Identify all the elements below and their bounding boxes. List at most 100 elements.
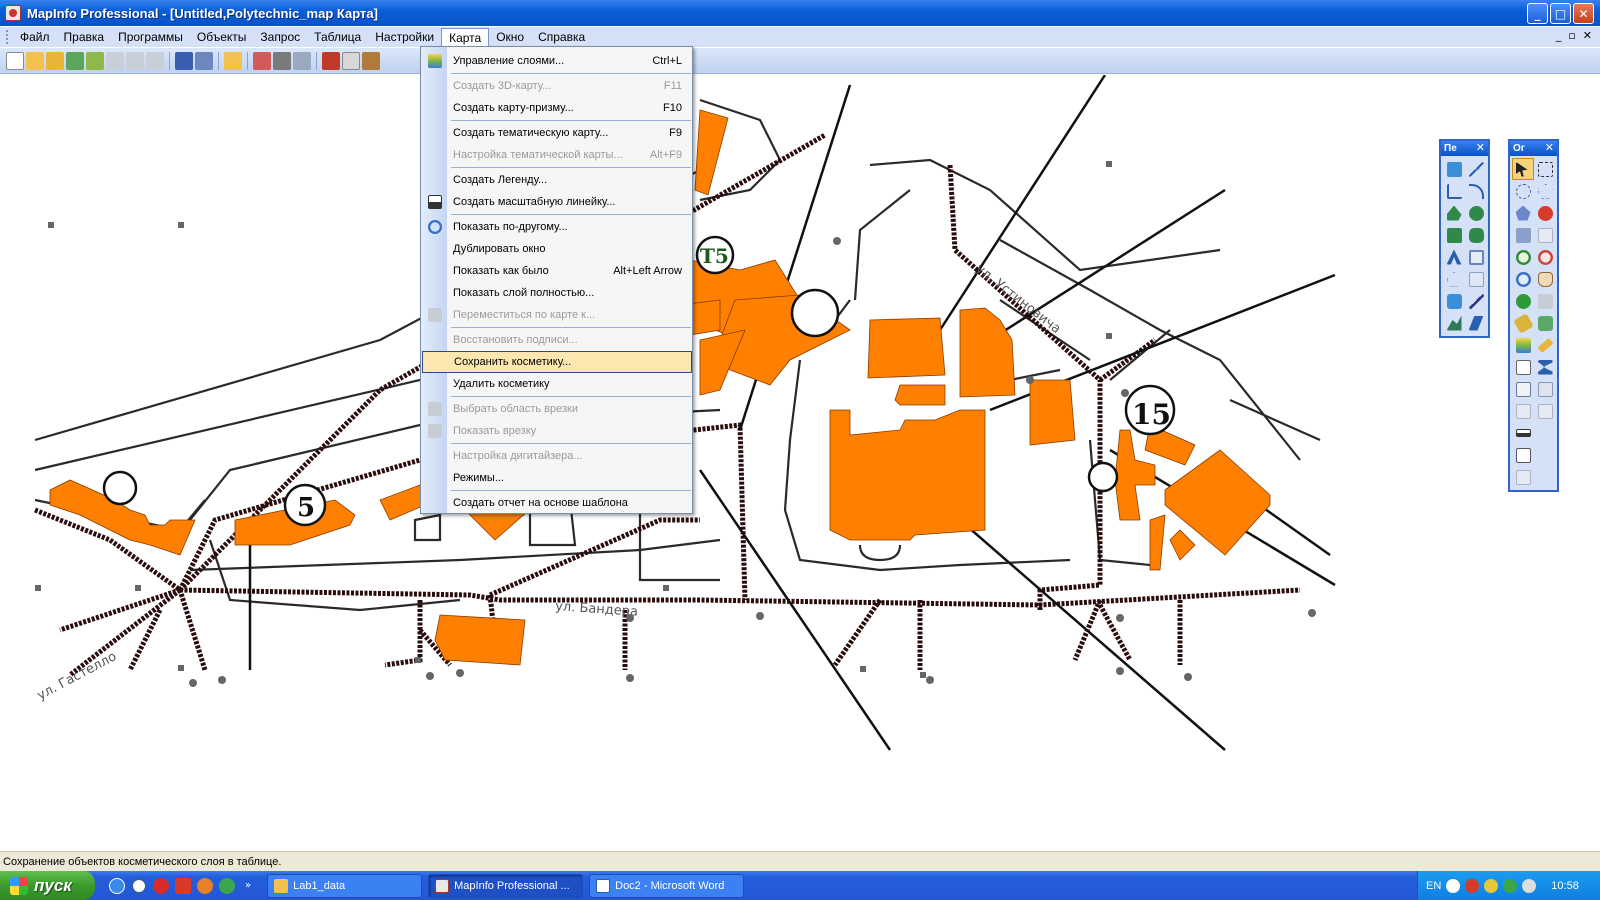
opera-icon[interactable] — [153, 877, 169, 894]
graph-select-icon[interactable] — [1534, 224, 1556, 246]
boundary-select-icon[interactable] — [1512, 202, 1534, 224]
menu-map[interactable]: Карта — [441, 27, 490, 47]
polyline-tool-icon[interactable] — [1443, 180, 1465, 202]
task-lab1-data[interactable]: Lab1_data — [267, 873, 423, 898]
statistics-icon[interactable] — [1534, 356, 1556, 378]
title-bar[interactable]: MapInfo Professional - [Untitled,Polytec… — [0, 0, 1600, 26]
symbol-style-icon[interactable] — [1443, 290, 1465, 312]
menu-item-modify-thematic[interactable]: Настройка тематической карты... Alt+F9 — [422, 144, 692, 166]
menu-item-set-clip-region[interactable]: Выбрать область врезки — [422, 398, 692, 420]
open-wfs-icon[interactable] — [106, 51, 124, 70]
menu-item-digitizer-setup[interactable]: Настройка дигитайзера... — [422, 445, 692, 467]
map-canvas[interactable]: 5 15 Т5 ул. Гастелло ул. Бандера ул. Уст… — [0, 75, 1600, 850]
menu-item-restore-labels[interactable]: Восстановить подписи... — [422, 329, 692, 351]
app-quicklaunch-icon[interactable] — [175, 877, 191, 894]
menu-item-layer-control[interactable]: Управление слоями... Ctrl+L — [422, 50, 692, 72]
unselect-all-icon[interactable] — [1534, 202, 1556, 224]
open-folder-icon[interactable] — [224, 51, 242, 70]
zoom-in-icon[interactable] — [1512, 246, 1534, 268]
firefox-icon[interactable] — [197, 877, 213, 894]
frame-tool-icon[interactable] — [1465, 246, 1487, 268]
task-word-doc2[interactable]: Doc2 - Microsoft Word — [589, 873, 745, 898]
menu-item-create-legend[interactable]: Создать Легенду... — [422, 169, 692, 191]
set-target-icon[interactable] — [1534, 378, 1556, 400]
tray-utorrent-icon[interactable] — [1503, 878, 1518, 893]
save-workspace-icon[interactable] — [195, 51, 213, 70]
open-workspace-icon[interactable] — [46, 51, 64, 70]
drag-window-icon[interactable] — [1512, 400, 1534, 422]
print-preview-icon[interactable] — [253, 51, 271, 70]
menu-item-move-map-to[interactable]: Переместиться по карте к... — [422, 304, 692, 326]
invert-selection-icon[interactable] — [1512, 224, 1534, 246]
line-style-icon[interactable] — [1465, 290, 1487, 312]
language-indicator[interactable]: EN — [1426, 880, 1441, 892]
drawing-palette-close-button[interactable]: ✕ — [1476, 141, 1485, 154]
menu-item-save-cosmetic[interactable]: Сохранить косметику... — [422, 351, 692, 373]
change-view-icon[interactable] — [1512, 268, 1534, 290]
menu-item-prism-map[interactable]: Создать карту-призму... F10 — [422, 97, 692, 119]
polygon-tool-icon[interactable] — [1443, 202, 1465, 224]
open-wms-icon[interactable] — [86, 51, 104, 70]
new-table-icon[interactable] — [6, 51, 24, 70]
region-style-icon[interactable] — [1443, 312, 1465, 334]
universal-translator-icon[interactable] — [146, 51, 164, 70]
mapinfo-app-icon[interactable] — [5, 5, 21, 21]
main-palette-close-button[interactable]: ✕ — [1545, 141, 1554, 154]
main-palette-header[interactable]: Ог ✕ — [1510, 141, 1557, 156]
task-mapinfo[interactable]: MapInfo Professional ... — [428, 873, 584, 898]
hotlink-icon[interactable] — [1512, 312, 1534, 334]
menu-item-thematic-map[interactable]: Создать тематическую карту... F9 — [422, 122, 692, 144]
workspace-tool-icon[interactable] — [1512, 466, 1534, 488]
save-table-icon[interactable] — [175, 51, 193, 70]
drag-map-icon[interactable] — [1534, 312, 1556, 334]
reshape-tool-icon[interactable] — [1443, 268, 1465, 290]
export-icon[interactable] — [293, 51, 311, 70]
print-icon[interactable] — [273, 51, 291, 70]
menu-objects[interactable]: Объекты — [190, 28, 254, 46]
copy-icon[interactable] — [342, 51, 360, 70]
tray-network-icon[interactable] — [1465, 878, 1480, 893]
scale-bar-tool-icon[interactable] — [1512, 422, 1534, 444]
add-node-tool-icon[interactable] — [1465, 268, 1487, 290]
tray-security-icon[interactable] — [1484, 878, 1499, 893]
menu-query[interactable]: Запрос — [253, 28, 307, 46]
menu-options[interactable]: Настройки — [368, 28, 441, 46]
clip-region-icon[interactable] — [1512, 378, 1534, 400]
rounded-rect-tool-icon[interactable] — [1465, 224, 1487, 246]
clock[interactable]: 10:58 — [1551, 880, 1579, 892]
start-button[interactable]: пуск — [0, 871, 95, 900]
zoom-out-icon[interactable] — [1534, 246, 1556, 268]
menu-item-clone-view[interactable]: Дублировать окно — [422, 238, 692, 260]
find-icon[interactable] — [126, 51, 144, 70]
cut-icon[interactable] — [322, 51, 340, 70]
menu-item-options[interactable]: Режимы... — [422, 467, 692, 489]
menu-edit[interactable]: Правка — [57, 28, 112, 46]
menubar-grip[interactable] — [6, 30, 9, 44]
doc-minimize-button[interactable]: _ — [1556, 29, 1562, 42]
open-dbms-icon[interactable] — [66, 51, 84, 70]
label-tool-icon[interactable] — [1534, 290, 1556, 312]
polygon-select-icon[interactable] — [1534, 180, 1556, 202]
arc-tool-icon[interactable] — [1465, 180, 1487, 202]
map-window[interactable]: 5 15 Т5 ул. Гастелло ул. Бандера ул. Уст… — [0, 75, 1600, 850]
menu-item-scale-bar[interactable]: Создать масштабную линейку... — [422, 191, 692, 213]
symbol-tool-icon[interactable] — [1443, 158, 1465, 180]
download-icon[interactable] — [131, 877, 147, 894]
paste-icon[interactable] — [362, 51, 380, 70]
info-tool-icon[interactable] — [1512, 290, 1534, 312]
internet-explorer-icon[interactable] — [109, 877, 125, 894]
doc-restore-button[interactable]: ▫ — [1568, 29, 1575, 42]
menu-help[interactable]: Справка — [531, 28, 592, 46]
maximize-button[interactable]: □ — [1550, 3, 1571, 24]
drawing-palette-header[interactable]: Пе ✕ — [1441, 141, 1488, 156]
menu-item-previous-view[interactable]: Показать как было Alt+Left Arrow — [422, 260, 692, 282]
menu-file[interactable]: Файл — [13, 28, 57, 46]
text-tool-icon[interactable] — [1443, 246, 1465, 268]
open-table-icon[interactable] — [26, 51, 44, 70]
menu-table[interactable]: Таблица — [307, 28, 368, 46]
ellipse-tool-icon[interactable] — [1465, 202, 1487, 224]
menu-item-3d-map[interactable]: Создать 3D-карту... F11 — [422, 75, 692, 97]
quicklaunch-more-icon[interactable]: » — [245, 880, 251, 891]
marquee-select-icon[interactable] — [1534, 158, 1556, 180]
rectangle-tool-icon[interactable] — [1443, 224, 1465, 246]
